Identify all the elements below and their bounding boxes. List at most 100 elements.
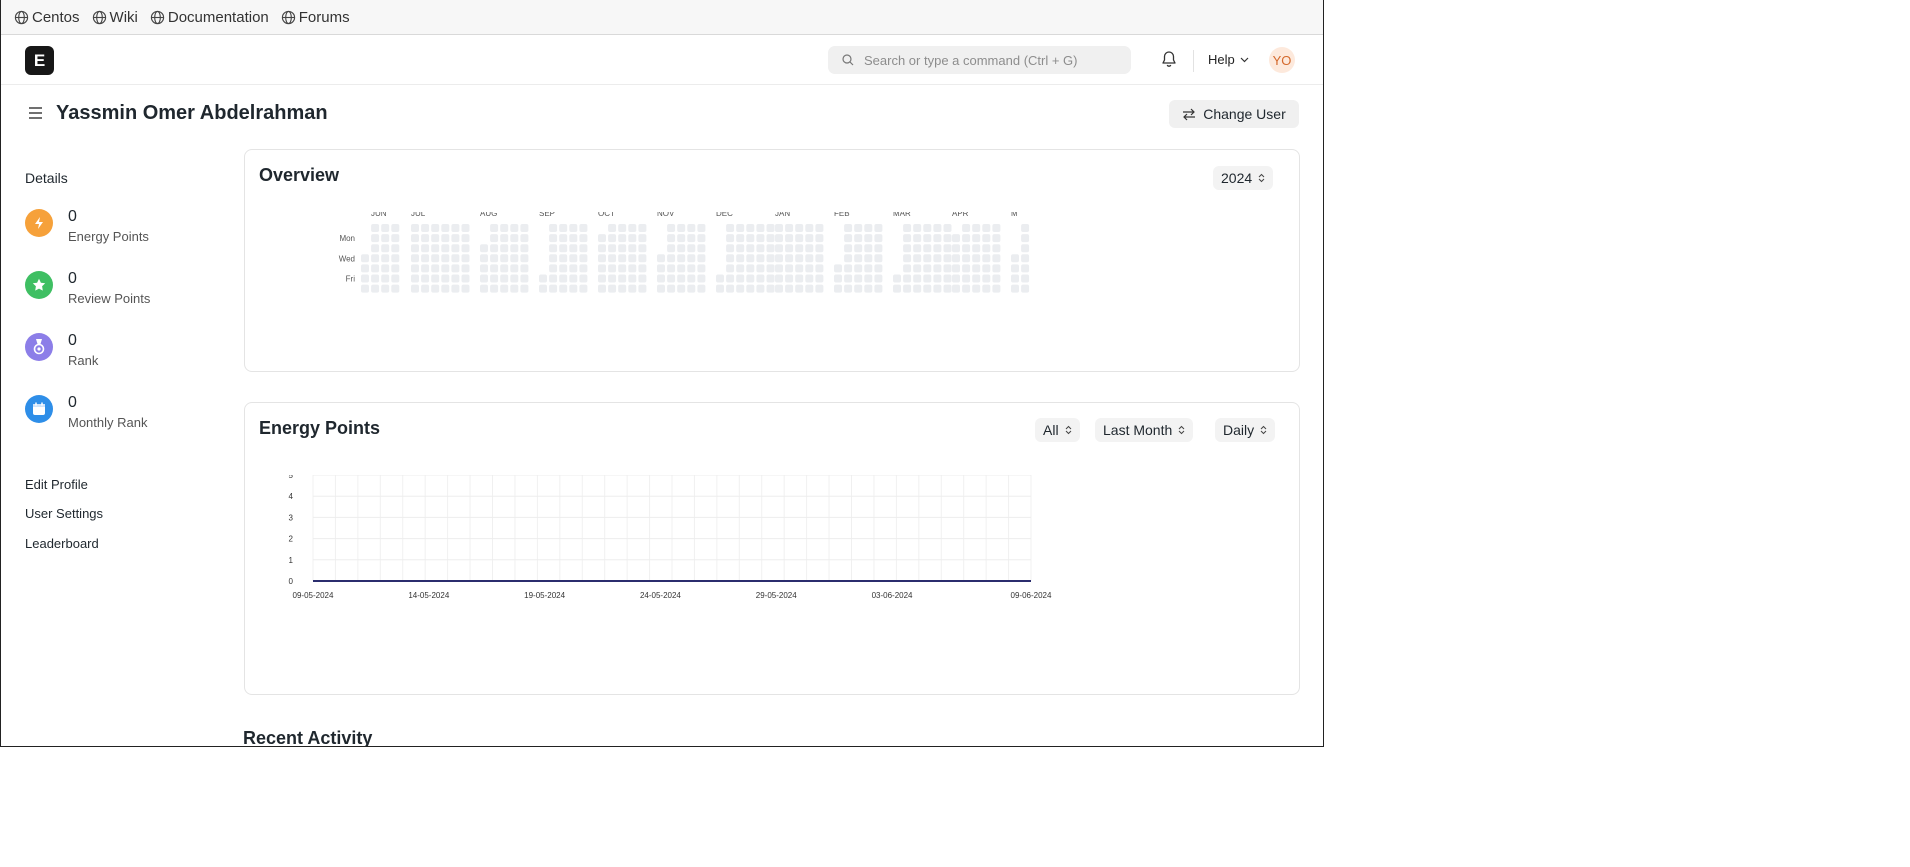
leaderboard-link[interactable]: Leaderboard bbox=[25, 536, 99, 551]
heatmap-day-cell bbox=[913, 274, 922, 283]
heatmap-day-cell bbox=[854, 254, 863, 263]
calendar-icon bbox=[25, 395, 53, 423]
edit-profile-link[interactable]: Edit Profile bbox=[25, 477, 88, 492]
bookmark-forums[interactable]: Forums bbox=[281, 9, 350, 26]
search-icon bbox=[842, 54, 854, 66]
heatmap-day-cell bbox=[746, 234, 755, 243]
y-tick-label: 3 bbox=[289, 513, 294, 522]
heatmap-day-cell bbox=[933, 254, 942, 263]
heatmap-day-cell bbox=[805, 224, 814, 232]
heatmap-day-cell bbox=[992, 274, 1001, 283]
heatmap-day-cell bbox=[490, 264, 499, 273]
heatmap-day-cell bbox=[618, 234, 627, 243]
heatmap-day-cell bbox=[510, 224, 519, 232]
heatmap-day-cell bbox=[756, 284, 765, 293]
heatmap-day-cell bbox=[726, 244, 735, 253]
stat-rank: 0 Rank bbox=[25, 332, 98, 369]
heatmap-day-cell bbox=[361, 264, 369, 273]
heatmap-day-cell bbox=[766, 234, 775, 243]
sort-arrows-icon bbox=[1065, 425, 1071, 435]
year-select[interactable]: 2024 bbox=[1213, 166, 1274, 190]
help-dropdown[interactable]: Help bbox=[1208, 52, 1249, 67]
heatmap-day-cell bbox=[391, 264, 400, 273]
stat-monthly-rank: 0 Monthly Rank bbox=[25, 394, 148, 431]
heatmap-day-cell bbox=[992, 254, 1001, 263]
heatmap-day-cell bbox=[480, 264, 488, 273]
heatmap-day-label: Fri bbox=[346, 275, 356, 284]
heatmap-day-cell bbox=[598, 234, 606, 243]
heatmap-day-cell bbox=[1021, 254, 1030, 263]
heatmap-day-cell bbox=[913, 244, 922, 253]
stat-review-points: 0 Review Points bbox=[25, 270, 150, 307]
heatmap-day-cell bbox=[913, 224, 922, 232]
heatmap-day-cell bbox=[391, 224, 400, 232]
range-filter-select[interactable]: Last Month bbox=[1095, 418, 1194, 442]
heatmap-day-cell bbox=[972, 244, 981, 253]
heatmap-day-cell bbox=[371, 254, 380, 263]
interval-filter-select[interactable]: Daily bbox=[1215, 418, 1276, 442]
heatmap-day-cell bbox=[785, 274, 794, 283]
user-avatar[interactable]: YO bbox=[1269, 47, 1295, 73]
heatmap-day-cell bbox=[371, 284, 380, 293]
heatmap-day-cell bbox=[608, 264, 617, 273]
sidebar-toggle-icon[interactable] bbox=[28, 106, 43, 124]
overview-title: Overview bbox=[259, 165, 340, 185]
heatmap-day-cell bbox=[952, 234, 960, 243]
heatmap-day-cell bbox=[421, 224, 430, 232]
bookmark-label: Forums bbox=[298, 8, 350, 26]
heatmap-day-cell bbox=[657, 274, 665, 283]
bookmark-documentation[interactable]: Documentation bbox=[150, 9, 269, 26]
user-filter-select[interactable]: All bbox=[1035, 418, 1080, 442]
heatmap-day-cell bbox=[628, 274, 637, 283]
bookmark-wiki[interactable]: Wiki bbox=[92, 9, 138, 26]
x-tick-label: 24-05-2024 bbox=[640, 591, 681, 600]
app-logo[interactable]: E bbox=[25, 46, 54, 75]
search-bar[interactable] bbox=[828, 46, 1131, 74]
heatmap-day-cell bbox=[520, 244, 529, 253]
heatmap-day-cell bbox=[903, 224, 912, 232]
heatmap-day-cell bbox=[933, 274, 942, 283]
heatmap-day-cell bbox=[510, 234, 519, 243]
user-settings-link[interactable]: User Settings bbox=[25, 506, 103, 521]
heatmap-day-label: Wed bbox=[339, 254, 355, 263]
heatmap-day-cell bbox=[697, 244, 706, 253]
heatmap-day-cell bbox=[361, 284, 369, 293]
heatmap-day-cell bbox=[913, 264, 922, 273]
heatmap-day-cell bbox=[431, 264, 440, 273]
change-user-button[interactable]: Change User bbox=[1169, 100, 1299, 128]
heatmap-day-cell bbox=[795, 244, 804, 253]
heatmap-day-cell bbox=[697, 254, 706, 263]
heatmap-day-cell bbox=[972, 224, 981, 232]
heatmap-day-cell bbox=[598, 244, 606, 253]
heatmap-day-cell bbox=[371, 264, 380, 273]
heatmap-day-cell bbox=[1021, 244, 1030, 253]
heatmap-day-cell bbox=[520, 234, 529, 243]
heatmap-day-cell bbox=[687, 264, 696, 273]
heatmap-day-cell bbox=[962, 244, 971, 253]
heatmap-day-cell bbox=[638, 244, 647, 253]
help-label: Help bbox=[1208, 52, 1235, 67]
notifications-bell-icon[interactable] bbox=[1161, 50, 1177, 73]
heatmap-day-cell bbox=[874, 244, 883, 253]
heatmap-day-cell bbox=[559, 254, 568, 263]
heatmap-day-cell bbox=[667, 224, 676, 232]
globe-icon bbox=[150, 10, 165, 24]
stat-energy-points: 0 Energy Points bbox=[25, 208, 149, 245]
search-input[interactable] bbox=[862, 51, 1126, 69]
heatmap-day-cell bbox=[441, 284, 450, 293]
heatmap-day-cell bbox=[500, 284, 509, 293]
heatmap-day-cell bbox=[805, 284, 814, 293]
globe-icon bbox=[14, 10, 29, 24]
heatmap-day-cell bbox=[598, 254, 606, 263]
heatmap-day-cell bbox=[972, 234, 981, 243]
monthly-rank-label: Monthly Rank bbox=[68, 415, 148, 430]
heatmap-day-cell bbox=[391, 254, 400, 263]
heatmap-day-cell bbox=[864, 254, 873, 263]
heatmap-day-cell bbox=[952, 284, 960, 293]
heatmap-day-cell bbox=[697, 224, 706, 232]
heatmap-day-cell bbox=[608, 244, 617, 253]
heatmap-day-cell bbox=[579, 264, 588, 273]
bookmark-centos[interactable]: Centos bbox=[14, 9, 80, 26]
heatmap-day-cell bbox=[943, 254, 952, 263]
heatmap-day-cell bbox=[943, 284, 952, 293]
